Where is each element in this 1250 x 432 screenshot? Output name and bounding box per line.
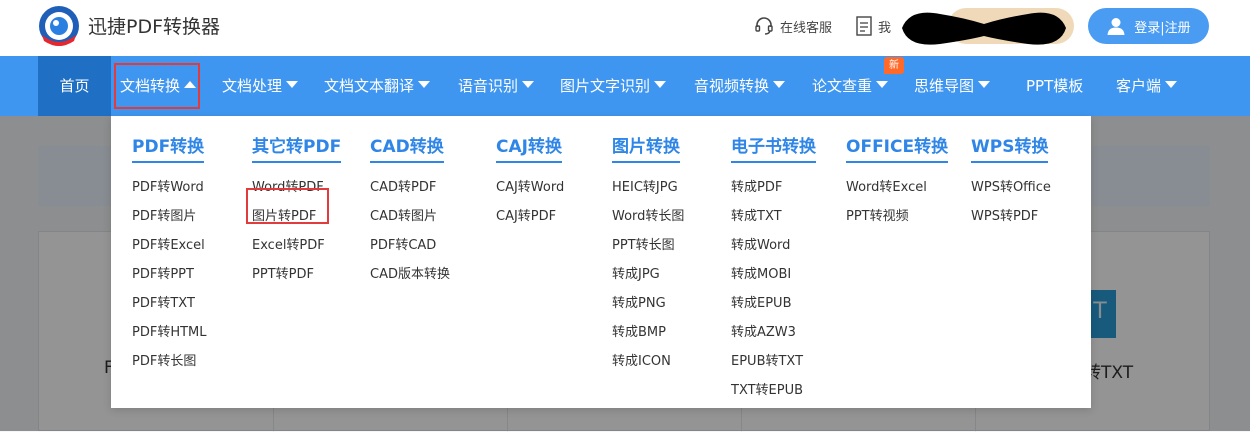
new-badge: 新 bbox=[884, 57, 904, 74]
menu-column-title: 电子书转换 bbox=[731, 132, 816, 163]
menu-item[interactable]: PDF转Word bbox=[132, 173, 207, 202]
menu-item[interactable]: HEIC转JPG bbox=[612, 173, 684, 202]
my-documents-label: 我 bbox=[878, 20, 892, 36]
menu-item[interactable]: 转成Word bbox=[731, 231, 816, 260]
menu-item[interactable]: PDF转HTML bbox=[132, 318, 207, 347]
highlight-box-nav bbox=[114, 63, 200, 109]
menu-item[interactable]: PPT转PDF bbox=[252, 260, 341, 289]
online-support-label: 在线客服 bbox=[780, 20, 833, 36]
caret-down-icon bbox=[1165, 81, 1178, 88]
nav-speech-recognition-label: 语音识别 bbox=[458, 77, 519, 95]
menu-item[interactable]: 转成EPUB bbox=[731, 289, 816, 318]
caret-down-icon bbox=[522, 81, 535, 88]
menu-column-title: WPS转换 bbox=[971, 132, 1049, 163]
menu-item[interactable]: 转成PNG bbox=[612, 289, 684, 318]
menu-item[interactable]: WPS转Office bbox=[971, 173, 1051, 202]
user-icon bbox=[1107, 18, 1125, 35]
caret-down-icon bbox=[654, 81, 667, 88]
nav-home[interactable]: 首页 bbox=[38, 56, 111, 116]
menu-item[interactable]: 转成TXT bbox=[731, 202, 816, 231]
menu-item[interactable]: Excel转PDF bbox=[252, 231, 341, 260]
menu-item[interactable]: 转成MOBI bbox=[731, 260, 816, 289]
nav-document-processing[interactable]: 文档处理 bbox=[222, 56, 299, 116]
nav-document-translation[interactable]: 文档文本翻译 bbox=[324, 56, 431, 116]
menu-item[interactable]: PDF转长图 bbox=[132, 347, 207, 376]
menu-item[interactable]: TXT转EPUB bbox=[731, 376, 816, 405]
menu-item[interactable]: 转成JPG bbox=[612, 260, 684, 289]
menu-item[interactable]: CAD版本转换 bbox=[370, 260, 450, 289]
menu-column-cad: CAD转换 CAD转PDF CAD转图片 PDF转CAD CAD版本转换 bbox=[370, 132, 450, 289]
menu-column-title: PDF转换 bbox=[132, 132, 205, 163]
menu-item[interactable]: 转成AZW3 bbox=[731, 318, 816, 347]
menu-item[interactable]: PDF转CAD bbox=[370, 231, 450, 260]
menu-item[interactable]: Word转长图 bbox=[612, 202, 684, 231]
menu-column-image: 图片转换 HEIC转JPG Word转长图 PPT转长图 转成JPG 转成PNG… bbox=[612, 132, 684, 376]
menu-column-office: OFFICE转换 Word转Excel PPT转视频 bbox=[846, 132, 949, 231]
nav-image-ocr[interactable]: 图片文字识别 bbox=[560, 56, 667, 116]
caret-down-icon bbox=[773, 81, 786, 88]
menu-column-title: CAJ转换 bbox=[496, 132, 562, 163]
menu-item[interactable]: PDF转图片 bbox=[132, 202, 207, 231]
caret-down-icon bbox=[978, 81, 991, 88]
menu-item[interactable]: CAD转图片 bbox=[370, 202, 450, 231]
nav-mind-map[interactable]: 思维导图 bbox=[914, 56, 991, 116]
online-support-link[interactable]: 在线客服 bbox=[754, 16, 832, 36]
app-header: 迅捷PDF转换器 在线客服 我 IP 登录|注册 bbox=[0, 0, 1250, 56]
menu-column-caj: CAJ转换 CAJ转Word CAJ转PDF bbox=[496, 132, 564, 231]
menu-item[interactable]: CAJ转Word bbox=[496, 173, 564, 202]
nav-client-download[interactable]: 客户端 bbox=[1116, 56, 1178, 116]
nav-av-conversion[interactable]: 音视频转换 bbox=[694, 56, 786, 116]
menu-item[interactable]: 转成ICON bbox=[612, 347, 684, 376]
menu-column-title: 图片转换 bbox=[612, 132, 680, 163]
app-logo-icon[interactable] bbox=[38, 5, 80, 47]
document-conversion-dropdown: PDF转换 PDF转Word PDF转图片 PDF转Excel PDF转PPT … bbox=[111, 116, 1091, 408]
nav-document-translation-label: 文档文本翻译 bbox=[324, 77, 415, 95]
nav-ppt-templates[interactable]: PPT模板 bbox=[1026, 56, 1083, 116]
menu-item[interactable]: PPT转长图 bbox=[612, 231, 684, 260]
menu-column-ebook: 电子书转换 转成PDF 转成TXT 转成Word 转成MOBI 转成EPUB 转… bbox=[731, 132, 816, 405]
menu-item[interactable]: CAD转PDF bbox=[370, 173, 450, 202]
menu-item[interactable]: PDF转PPT bbox=[132, 260, 207, 289]
nav-image-ocr-label: 图片文字识别 bbox=[560, 77, 651, 95]
menu-column-title: CAD转换 bbox=[370, 132, 444, 163]
caret-down-icon bbox=[286, 81, 299, 88]
login-register-label: 登录|注册 bbox=[1134, 20, 1191, 36]
menu-item[interactable]: EPUB转TXT bbox=[731, 347, 816, 376]
menu-item[interactable]: PDF转Excel bbox=[132, 231, 207, 260]
my-documents-link[interactable]: 我 bbox=[856, 16, 891, 36]
highlight-box-image-to-pdf bbox=[246, 188, 329, 224]
menu-column-title: OFFICE转换 bbox=[846, 132, 949, 163]
login-register-button[interactable]: 登录|注册 bbox=[1088, 8, 1209, 44]
caret-down-icon bbox=[876, 81, 889, 88]
menu-item[interactable]: WPS转PDF bbox=[971, 202, 1051, 231]
menu-item[interactable]: CAJ转PDF bbox=[496, 202, 564, 231]
nav-speech-recognition[interactable]: 语音识别 bbox=[458, 56, 535, 116]
nav-av-conversion-label: 音视频转换 bbox=[694, 77, 770, 95]
main-nav: 首页 文档转换 文档处理 文档文本翻译 语音识别 图片文字识别 音视频转换 论文… bbox=[0, 56, 1250, 116]
menu-column-title: 其它转PDF bbox=[252, 132, 342, 163]
menu-column-wps: WPS转换 WPS转Office WPS转PDF bbox=[971, 132, 1051, 231]
caret-down-icon bbox=[418, 81, 431, 88]
headset-icon bbox=[755, 17, 773, 35]
nav-plagiarism-check[interactable]: 论文查重 bbox=[812, 56, 889, 116]
menu-item[interactable]: PPT转视频 bbox=[846, 202, 948, 231]
nav-plagiarism-check-label: 论文查重 bbox=[812, 77, 873, 95]
menu-item[interactable]: 转成PDF bbox=[731, 173, 816, 202]
menu-item[interactable]: 转成BMP bbox=[612, 318, 684, 347]
redaction-mustache bbox=[902, 12, 1066, 45]
document-icon bbox=[856, 16, 872, 36]
nav-ppt-templates-label: PPT模板 bbox=[1026, 77, 1084, 95]
menu-item[interactable]: Word转Excel bbox=[846, 173, 948, 202]
menu-item[interactable]: PDF转TXT bbox=[132, 289, 207, 318]
nav-mind-map-label: 思维导图 bbox=[914, 77, 975, 95]
brand-name[interactable]: 迅捷PDF转换器 bbox=[88, 12, 220, 39]
nav-client-download-label: 客户端 bbox=[1116, 77, 1162, 95]
nav-document-processing-label: 文档处理 bbox=[222, 77, 283, 95]
menu-column-pdf: PDF转换 PDF转Word PDF转图片 PDF转Excel PDF转PPT … bbox=[132, 132, 207, 376]
nav-home-label: 首页 bbox=[59, 77, 90, 95]
